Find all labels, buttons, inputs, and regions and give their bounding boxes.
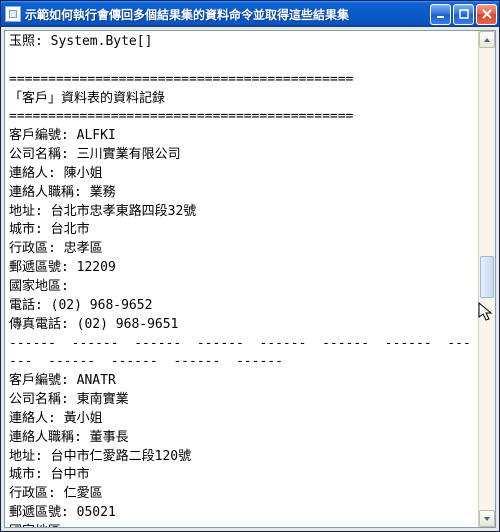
app-window: 示範如何執行會傳回多個結果集的資料命令並取得這些結果集 玉照: System.B… <box>0 0 500 532</box>
titlebar[interactable]: 示範如何執行會傳回多個結果集的資料命令並取得這些結果集 <box>1 1 499 27</box>
window-controls <box>430 4 497 25</box>
app-icon <box>5 6 21 22</box>
maximize-button[interactable] <box>453 4 474 25</box>
client-area: 玉照: System.Byte[] ======================… <box>4 30 496 528</box>
window-title: 示範如何執行會傳回多個結果集的資料命令並取得這些結果集 <box>25 6 430 23</box>
close-button[interactable] <box>476 4 497 25</box>
minimize-button[interactable] <box>430 4 451 25</box>
vertical-scrollbar[interactable] <box>478 31 495 527</box>
scroll-down-button[interactable] <box>479 510 495 527</box>
scrollbar-track[interactable] <box>479 48 495 510</box>
scrollbar-thumb[interactable] <box>480 256 494 298</box>
text-output[interactable]: 玉照: System.Byte[] ======================… <box>5 31 478 527</box>
scroll-up-button[interactable] <box>479 31 495 48</box>
